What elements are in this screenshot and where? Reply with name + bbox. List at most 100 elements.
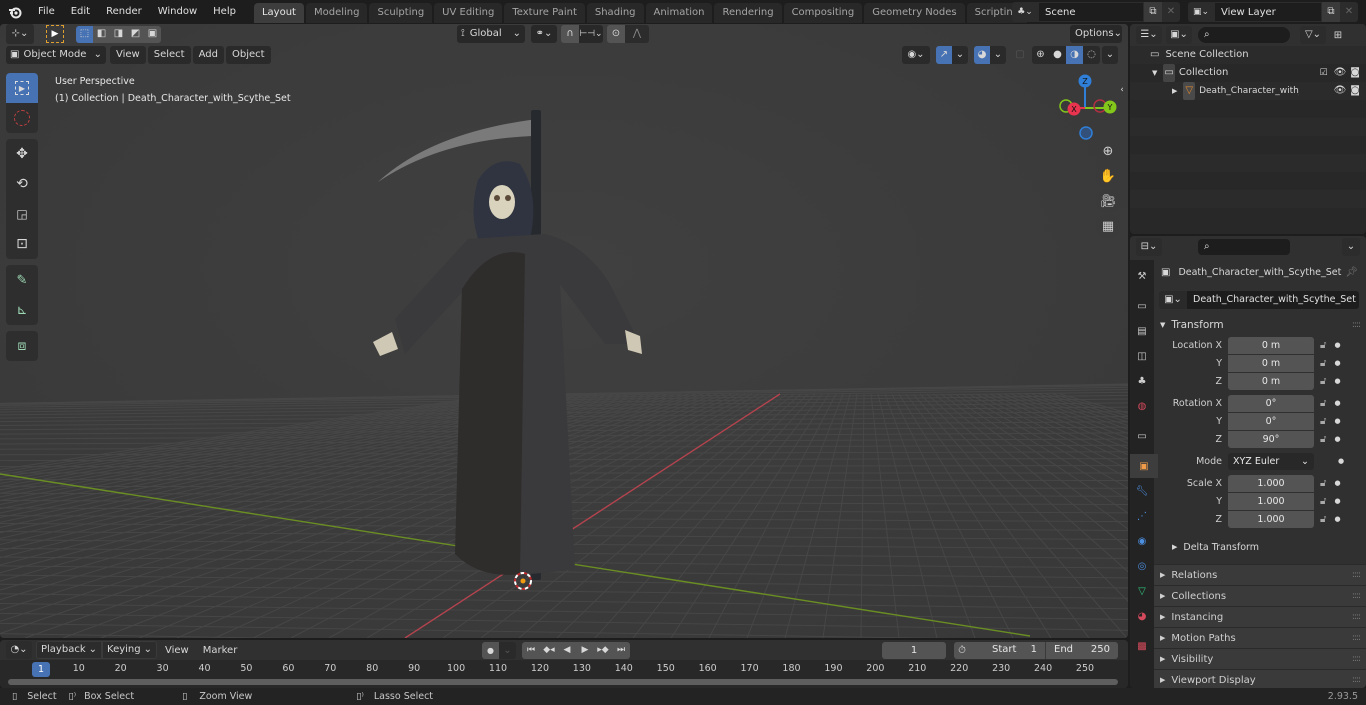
3d-viewport[interactable]: ⊹⌄ ▶ ⬚ ◧ ◨ ◩ ▣ ⟟ Global ⌄ ⚭⌄ ∩ ⊢⊣⌄ ⊙ ⋀ O…	[0, 24, 1128, 638]
new-scene-icon[interactable]: ⧉	[1144, 2, 1162, 22]
panel-instancing[interactable]: ▶ Instancing::::	[1154, 606, 1366, 627]
tab-output[interactable]: ▤	[1130, 319, 1154, 343]
menu-window[interactable]: Window	[150, 0, 205, 24]
exclude-checkbox-icon[interactable]: ☑	[1320, 64, 1328, 82]
tab-texture-paint[interactable]: Texture Paint	[504, 3, 585, 23]
solid-shading-icon[interactable]: ●	[1049, 46, 1066, 64]
scale-z-field[interactable]: 1.000	[1228, 510, 1314, 528]
outliner-row-scene-collection[interactable]: ▭ Scene Collection	[1130, 46, 1366, 64]
select-new-icon[interactable]: ⬚	[76, 25, 93, 43]
playback-menu[interactable]: Playback ⌄	[36, 641, 103, 659]
tool-transform[interactable]: ⊡	[6, 229, 38, 259]
new-collection-icon[interactable]: ⊞	[1330, 26, 1346, 44]
drag-grip-icon[interactable]: ::::	[1352, 586, 1361, 607]
tab-particles[interactable]: ⋰	[1130, 504, 1154, 528]
rotation-x-field[interactable]: 0°	[1228, 394, 1314, 412]
rotation-mode-dropdown[interactable]: XYZ Euler ⌄	[1228, 452, 1314, 470]
shading-dropdown-icon[interactable]: ⌄	[1102, 46, 1118, 64]
falloff-icon[interactable]: ⋀	[625, 25, 649, 43]
select-difference-icon[interactable]: ◩	[127, 25, 144, 43]
tool-annotate[interactable]: ✎	[6, 265, 38, 295]
blender-logo-icon[interactable]	[0, 0, 30, 24]
expand-triangle-icon[interactable]: ▼	[1152, 64, 1157, 82]
tab-shading[interactable]: Shading	[586, 3, 644, 23]
tool-add-cube[interactable]: ⧈	[6, 331, 38, 361]
select-subtract-icon[interactable]: ◨	[110, 25, 127, 43]
menu-edit[interactable]: Edit	[63, 0, 98, 24]
marker-menu[interactable]: Marker	[203, 645, 238, 656]
previous-keyframe-icon[interactable]: ◆◂	[540, 641, 558, 659]
lock-icon[interactable]: 🔓︎	[1320, 340, 1326, 351]
jump-to-end-icon[interactable]: ⏭	[612, 641, 630, 659]
eye-icon[interactable]: 👁︎	[1334, 82, 1347, 100]
timeline-area[interactable]: 10 20 30 40 50 60 70 80 90 100 110 120 130 140 150 160 1…	[0, 660, 1128, 688]
location-z-field[interactable]: 0 m	[1228, 372, 1314, 390]
location-y-field[interactable]: 0 m	[1228, 354, 1314, 372]
rotation-y-field[interactable]: 0°	[1228, 412, 1314, 430]
view-layer-name-field[interactable]: View Layer	[1214, 2, 1322, 22]
properties-search-input[interactable]: ⌕	[1198, 239, 1290, 255]
tool-settings-select-icon[interactable]: ▶	[46, 25, 64, 43]
tool-select-box[interactable]: ▶	[6, 73, 38, 103]
menu-object[interactable]: Object	[225, 46, 271, 64]
overlays-toggle-icon[interactable]: ◕	[974, 46, 990, 64]
gizmo-dropdown-icon[interactable]: ⌄	[952, 46, 968, 64]
wireframe-shading-icon[interactable]: ⊕	[1032, 46, 1049, 64]
tool-measure[interactable]: ⊾	[6, 295, 38, 325]
stopwatch-icon[interactable]: ⏱	[954, 641, 970, 659]
tab-scene[interactable]: ♣	[1130, 369, 1154, 393]
keyframe-dot-icon[interactable]: ●	[1334, 359, 1340, 367]
drag-grip-icon[interactable]: ::::	[1352, 607, 1361, 628]
keyframe-dot-icon[interactable]: ●	[1334, 377, 1340, 385]
menu-add[interactable]: Add	[192, 46, 224, 64]
camera-render-icon[interactable]: ◙	[1350, 64, 1360, 82]
pin-icon[interactable]: 📌︎	[1345, 267, 1358, 278]
select-intersect-icon[interactable]: ▣	[144, 25, 161, 43]
outliner-row-death-character[interactable]: ▶ ▽ Death_Character_with_Sc 👁︎ ◙	[1130, 82, 1366, 100]
panel-viewport-display[interactable]: ▶ Viewport Display::::	[1154, 669, 1366, 688]
current-frame-field[interactable]: 1	[882, 641, 946, 659]
material-preview-shading-icon[interactable]: ◑	[1066, 46, 1083, 64]
tab-constraints[interactable]: ◎	[1130, 554, 1154, 578]
keyframe-dot-icon[interactable]: ●	[1334, 515, 1340, 523]
properties-editor-type-icon[interactable]: ⊟⌄	[1136, 238, 1162, 256]
tab-uv-editing[interactable]: UV Editing	[434, 3, 503, 23]
drag-grip-icon[interactable]: ::::	[1352, 320, 1361, 330]
keyframe-dot-icon[interactable]: ●	[1334, 497, 1340, 505]
keyframe-dot-icon[interactable]: ●	[1334, 479, 1340, 487]
properties-options-icon[interactable]: ⌄	[1342, 238, 1360, 256]
scene-icon[interactable]: ♣⌄	[1012, 2, 1038, 22]
end-frame-field[interactable]: End 250	[1046, 641, 1118, 659]
pivot-point-icon[interactable]: ⚭⌄	[531, 25, 557, 43]
tool-cursor[interactable]	[6, 103, 38, 133]
eye-icon[interactable]: 👁︎	[1334, 64, 1347, 82]
tab-modifiers[interactable]: 🔧︎	[1130, 479, 1154, 503]
tab-texture[interactable]: ▩	[1130, 634, 1154, 658]
keyframe-dot-icon[interactable]: ●	[1334, 341, 1340, 349]
panel-collections[interactable]: ▶ Collections::::	[1154, 585, 1366, 606]
lock-icon[interactable]: 🔓︎	[1320, 398, 1326, 409]
editor-type-icon[interactable]: ⊹⌄	[6, 24, 34, 44]
view-layer-icon[interactable]: ▣⌄	[1188, 2, 1214, 22]
next-keyframe-icon[interactable]: ▸◆	[594, 641, 612, 659]
new-view-layer-icon[interactable]: ⧉	[1322, 2, 1340, 22]
gizmo-toggle-icon[interactable]: ↗	[936, 46, 952, 64]
menu-file[interactable]: File	[30, 0, 63, 24]
menu-help[interactable]: Help	[205, 0, 244, 24]
navigation-gizmo[interactable]: Z X Y	[1052, 72, 1122, 142]
tool-move[interactable]: ✥	[6, 139, 38, 169]
delete-scene-icon[interactable]: ✕	[1162, 2, 1180, 22]
camera-view-icon[interactable]: 🎥︎	[1096, 189, 1120, 213]
expand-triangle-icon[interactable]: ▶	[1172, 82, 1177, 100]
playhead[interactable]: 1	[32, 662, 50, 677]
start-frame-field[interactable]: Start 1	[970, 641, 1046, 659]
panel-motion-paths[interactable]: ▶ Motion Paths::::	[1154, 627, 1366, 648]
tab-render[interactable]: ▭	[1130, 294, 1154, 318]
lock-icon[interactable]: 🔓︎	[1320, 376, 1326, 387]
outliner-row-collection[interactable]: ▼ ▭ Collection ☑ 👁︎ ◙	[1130, 64, 1366, 82]
tab-geometry-nodes[interactable]: Geometry Nodes	[864, 3, 965, 23]
tab-data[interactable]: ▽	[1130, 579, 1154, 603]
jump-to-start-icon[interactable]: ⏮	[522, 641, 540, 659]
mode-dropdown[interactable]: ▣ Object Mode ⌄	[6, 46, 106, 64]
keyframe-dot-icon[interactable]: ●	[1334, 417, 1340, 425]
